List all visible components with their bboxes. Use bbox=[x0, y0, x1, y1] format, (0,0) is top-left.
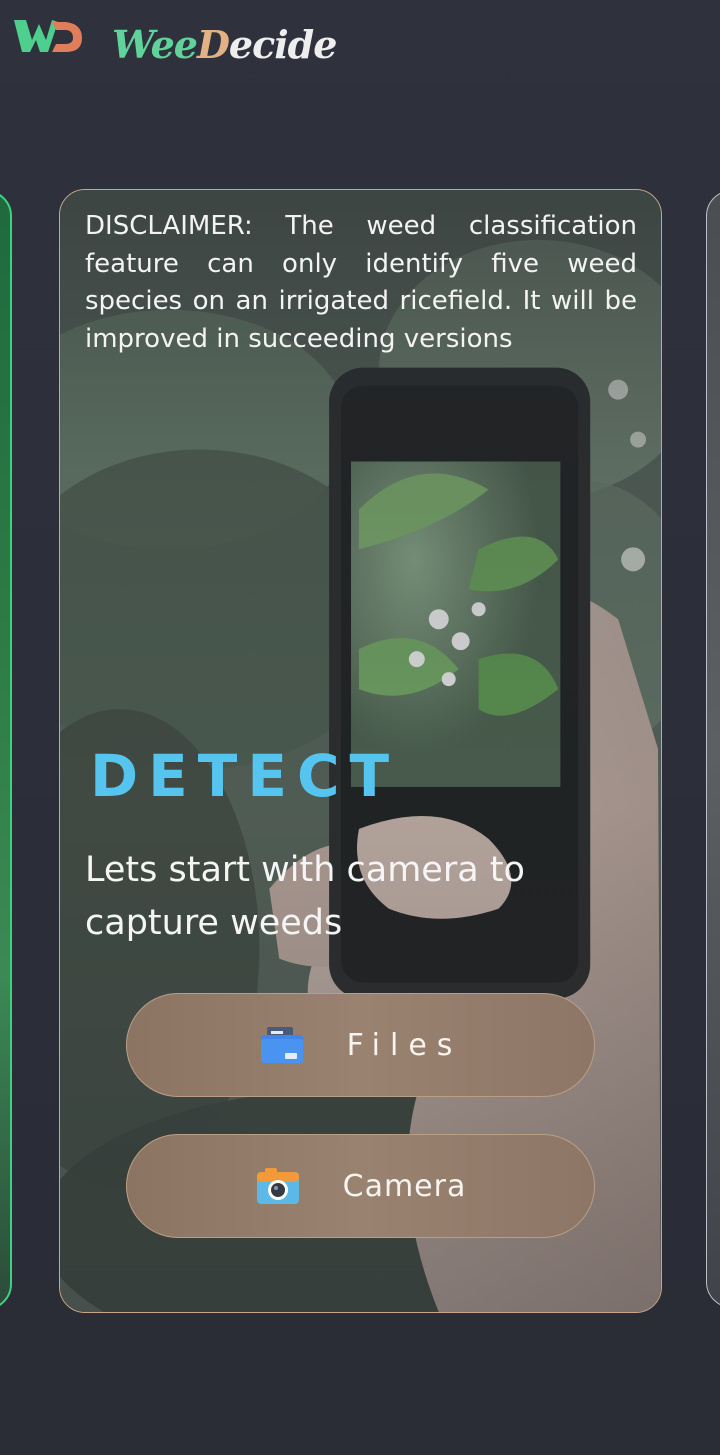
brand-part-d: D bbox=[196, 22, 230, 67]
app-title: WeeDecide bbox=[112, 22, 337, 67]
previous-card-edge[interactable] bbox=[0, 190, 12, 1310]
camera-icon bbox=[256, 1168, 299, 1204]
camera-button[interactable]: Camera bbox=[126, 1134, 595, 1238]
app-screen: WeeDecide DISCLAIMER: The weed classific… bbox=[0, 0, 720, 1455]
folder-icon bbox=[260, 1027, 303, 1063]
app-header: WeeDecide bbox=[0, 0, 720, 96]
files-button-label: Files bbox=[346, 1027, 463, 1063]
disclaimer-text: DISCLAIMER: The weed classification feat… bbox=[85, 211, 637, 354]
brand-part-ecide: ecide bbox=[228, 22, 337, 67]
files-button[interactable]: Files bbox=[126, 993, 595, 1097]
camera-button-label: Camera bbox=[342, 1168, 467, 1204]
wd-logo-icon bbox=[14, 20, 82, 52]
detect-title: DETECT bbox=[90, 742, 400, 810]
detect-subtitle: Lets start with camera to capture weeds bbox=[85, 850, 525, 943]
next-card-edge[interactable] bbox=[706, 190, 720, 1308]
brand-part-wee: Wee bbox=[112, 22, 198, 67]
detect-card: DISCLAIMER: The weed classification feat… bbox=[59, 189, 662, 1313]
